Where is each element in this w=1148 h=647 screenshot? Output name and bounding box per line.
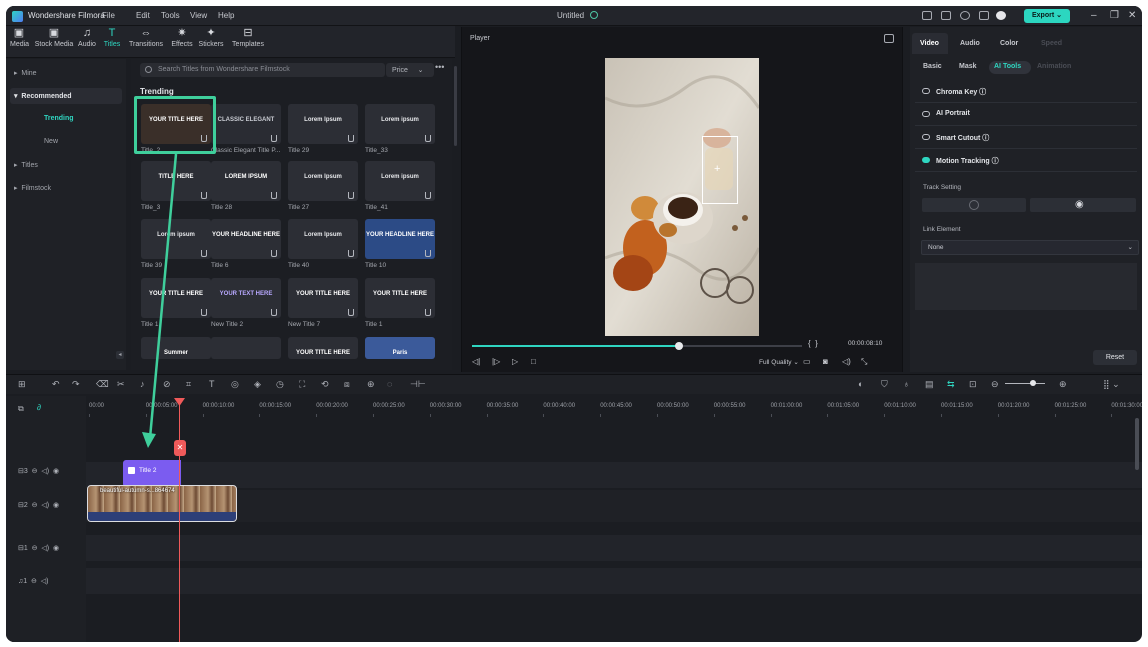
tutorial-arrow — [142, 153, 178, 448]
filmora-window: Wondershare Filmora File Edit Tools View… — [6, 6, 1142, 642]
